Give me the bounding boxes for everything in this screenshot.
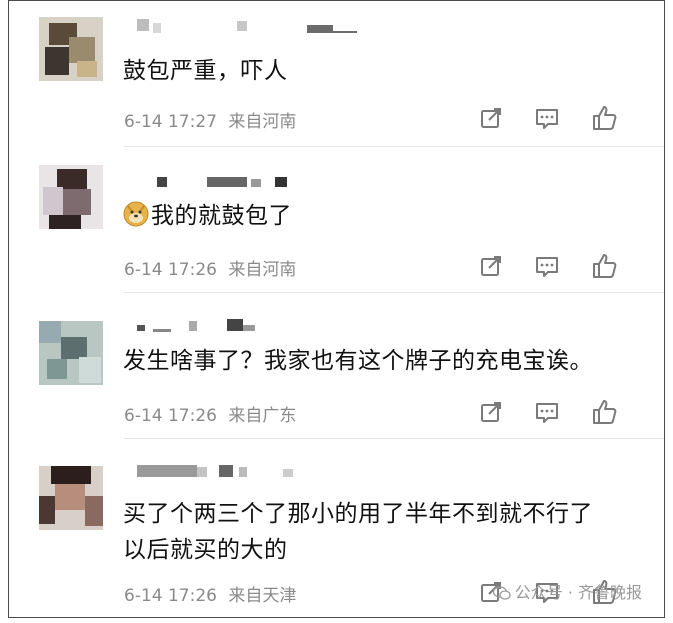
comment-meta: 6-14 17:26 来自广东 (124, 401, 296, 426)
comment-text: 鼓包严重，吓人 (123, 58, 288, 84)
avatar[interactable] (39, 466, 103, 530)
comment-date: 6-14 17:27 (124, 112, 217, 132)
comment-location: 来自河南 (228, 112, 297, 132)
avatar[interactable] (39, 17, 103, 81)
comment-actions (476, 251, 636, 281)
comment-meta: 6-14 17:27 来自河南 (124, 107, 296, 132)
comment-button[interactable] (532, 397, 562, 427)
comment-text: 买了个两三个了那小的用了半年不到就不行了 以后就买的大的 (123, 501, 593, 563)
wechat-icon (492, 586, 511, 600)
share-button[interactable] (476, 397, 506, 427)
doge-emoji-icon (123, 201, 149, 227)
comment-date: 6-14 17:26 (124, 406, 217, 426)
comment-date: 6-14 17:26 (124, 260, 217, 280)
comment-icon (536, 109, 558, 129)
share-button[interactable] (476, 251, 506, 281)
comment-icon (536, 257, 558, 277)
comment-button[interactable] (532, 251, 562, 281)
username-blurred[interactable] (127, 177, 307, 189)
comment-button[interactable] (532, 103, 562, 133)
share-icon (481, 256, 501, 276)
avatar[interactable] (39, 321, 103, 385)
comment-location: 来自广东 (228, 406, 297, 426)
comment-location: 来自天津 (228, 586, 297, 606)
username-blurred[interactable] (127, 19, 357, 33)
like-button[interactable] (589, 251, 619, 281)
comment-text: 我的就鼓包了 (123, 198, 292, 234)
like-icon (593, 400, 617, 424)
watermark: 公众号 · 齐鲁晚报 (492, 579, 642, 603)
like-button[interactable] (589, 397, 619, 427)
comment-meta: 6-14 17:26 来自河南 (124, 255, 296, 280)
comment-actions (476, 397, 636, 427)
comment-date: 6-14 17:26 (124, 586, 217, 606)
comment-text: 发生啥事了？我家也有这个牌子的充电宝诶。 (123, 348, 593, 374)
comment-meta: 6-14 17:26 来自天津 (124, 581, 296, 606)
like-button[interactable] (589, 103, 619, 133)
share-button[interactable] (476, 103, 506, 133)
comment-actions (476, 103, 636, 133)
share-icon (481, 108, 501, 128)
comment-icon (536, 403, 558, 423)
comment-location: 来自河南 (228, 260, 297, 280)
username-blurred[interactable] (127, 465, 307, 477)
like-icon (593, 254, 617, 278)
like-icon (593, 106, 617, 130)
comment-list: 鼓包严重，吓人 6-14 17:27 来自河南 我的就鼓包了 6-14 17:2… (8, 0, 665, 618)
username-blurred[interactable] (127, 319, 277, 332)
avatar[interactable] (39, 165, 103, 229)
share-icon (481, 402, 501, 422)
